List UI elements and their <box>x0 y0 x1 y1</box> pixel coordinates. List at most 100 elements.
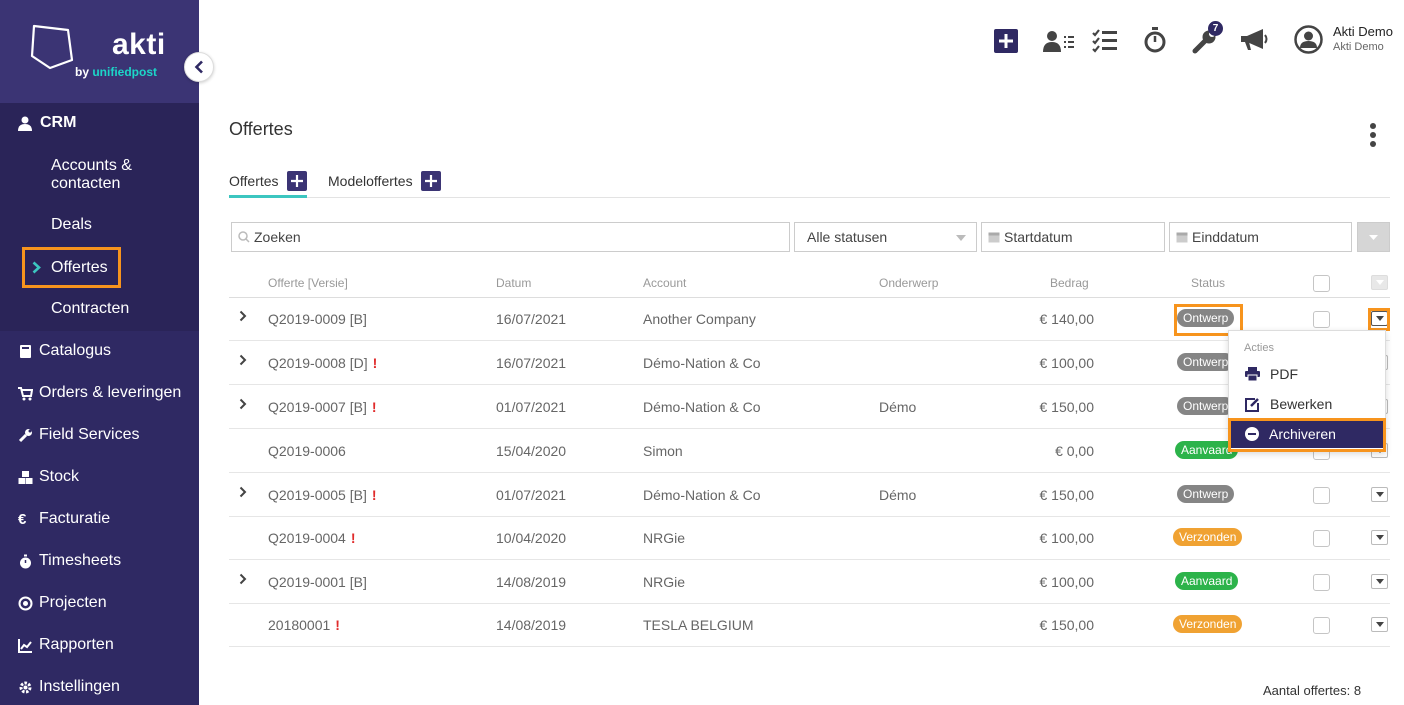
add-offerte-icon[interactable] <box>286 170 307 191</box>
sidebar-item-offertes[interactable]: Offertes <box>22 247 121 288</box>
table-row[interactable]: Q2019-0006 15/04/2020 Simon € 0,00 Aanvaard <box>229 429 1390 473</box>
add-icon[interactable] <box>994 29 1018 58</box>
cell-offerte[interactable]: Q2019-0004! <box>268 530 356 546</box>
caret-down-icon <box>1375 492 1384 497</box>
table-row[interactable]: Q2019-0001 [B] 14/08/2019 NRGie € 100,00 Aan… <box>229 560 1390 604</box>
caret-down-icon <box>1375 579 1384 584</box>
cell-offerte[interactable]: Q2019-0005 [B]! <box>268 487 377 503</box>
chevron-right-icon[interactable] <box>239 573 247 585</box>
tab-offertes[interactable]: Offertes <box>229 166 307 198</box>
table-row[interactable]: Q2019-0007 [B]! 01/07/2021 Démo-Nation & C… <box>229 385 1390 429</box>
chevron-right-icon[interactable] <box>239 310 247 322</box>
enddate-input[interactable]: Einddatum <box>1169 222 1352 252</box>
cell-offerte[interactable]: Q2019-0009 [B] <box>268 311 367 327</box>
row-checkbox[interactable] <box>1313 617 1330 634</box>
sidebar-item-catalogus[interactable]: Catalogus <box>18 342 111 360</box>
user-name[interactable]: Akti Demo <box>1333 24 1393 39</box>
cell-account: NRGie <box>643 530 686 546</box>
edit-icon <box>1245 397 1259 412</box>
cell-offerte[interactable]: Q2019-0001 [B] <box>268 574 367 590</box>
filter-dropdown-button[interactable] <box>1357 222 1390 252</box>
sidebar-item-projecten[interactable]: Projecten <box>18 594 107 612</box>
tab-modeloffertes[interactable]: Modeloffertes <box>328 166 441 196</box>
cell-datum: 01/07/2021 <box>496 399 567 415</box>
cell-offerte[interactable]: 20180001! <box>268 617 340 633</box>
user-icon <box>18 116 32 131</box>
cell-datum: 16/07/2021 <box>496 355 567 371</box>
cell-onderwerp: Démo <box>879 399 917 415</box>
tasks-icon[interactable] <box>1092 29 1118 58</box>
cell-offerte[interactable]: Q2019-0008 [D]! <box>268 355 377 371</box>
col-onderwerp[interactable]: Onderwerp <box>879 276 938 290</box>
col-status[interactable]: Status <box>1191 276 1225 290</box>
col-offerte[interactable]: Offerte [Versie] <box>268 276 348 290</box>
row-actions-dropdown[interactable] <box>1371 574 1388 589</box>
row-actions-dropdown[interactable] <box>1371 487 1388 502</box>
startdate-input[interactable]: Startdatum <box>981 222 1165 252</box>
cell-offerte[interactable]: Q2019-0007 [B]! <box>268 399 377 415</box>
cell-bedrag: € 150,00 <box>1039 617 1095 633</box>
add-modelofferte-icon[interactable] <box>420 171 441 191</box>
stopwatch-icon <box>20 554 31 568</box>
sidebar-item-crm[interactable]: CRM <box>18 114 76 132</box>
sidebar-item-facturatie[interactable]: € Facturatie <box>18 510 110 528</box>
row-checkbox[interactable] <box>1313 530 1330 547</box>
cell-account: Démo-Nation & Co <box>643 355 761 371</box>
cell-datum: 15/04/2020 <box>496 443 567 459</box>
table-row[interactable]: Q2019-0004! 10/04/2020 NRGie € 100,00 Verzon… <box>229 516 1390 560</box>
row-actions-dropdown[interactable] <box>1371 617 1388 632</box>
sidebar-item-instellingen[interactable]: Instellingen <box>18 678 120 696</box>
collapse-sidebar-button[interactable] <box>184 52 214 82</box>
select-all-checkbox[interactable] <box>1313 275 1330 292</box>
table-row[interactable]: Q2019-0005 [B]! 01/07/2021 Démo-Nation & C… <box>229 473 1390 517</box>
sidebar-item-timesheets[interactable]: Timesheets <box>18 552 121 570</box>
col-datum[interactable]: Datum <box>496 276 531 290</box>
more-options-icon[interactable] <box>1370 123 1376 147</box>
warning-icon: ! <box>372 355 378 371</box>
col-account[interactable]: Account <box>643 276 686 290</box>
megaphone-icon[interactable] <box>1239 28 1269 57</box>
status-badge: Ontwerp <box>1177 353 1235 371</box>
caret-down-icon <box>1369 234 1378 240</box>
bulk-actions-dropdown[interactable] <box>1371 275 1388 290</box>
col-bedrag[interactable]: Bedrag <box>1050 276 1089 290</box>
search-input[interactable]: Zoeken <box>231 222 790 252</box>
sidebar-item-contracten[interactable]: Contracten <box>51 300 129 318</box>
cell-offerte[interactable]: Q2019-0006 <box>268 443 346 459</box>
menu-item-pdf[interactable]: PDF <box>1229 360 1385 388</box>
cell-datum: 01/07/2021 <box>496 487 567 503</box>
table-row[interactable]: 20180001! 14/08/2019 TESLA BELGIUM € 150,00… <box>229 603 1390 647</box>
sidebar-item-deals[interactable]: Deals <box>51 216 92 234</box>
warning-icon: ! <box>371 487 377 503</box>
warning-icon: ! <box>350 530 356 546</box>
cell-bedrag: € 140,00 <box>1039 311 1095 327</box>
user-avatar-icon[interactable] <box>1294 25 1323 59</box>
table-row[interactable]: Q2019-0008 [D]! 16/07/2021 Démo-Nation & C… <box>229 341 1390 385</box>
stopwatch-icon[interactable] <box>1144 27 1166 59</box>
sidebar-item-orders[interactable]: Orders & leveringen <box>18 384 181 402</box>
sidebar-item-field-services[interactable]: Field Services <box>18 426 139 444</box>
chevron-right-icon[interactable] <box>239 398 247 410</box>
sidebar-item-rapporten[interactable]: Rapporten <box>18 636 114 654</box>
caret-down-icon <box>1375 535 1384 540</box>
sidebar-item-stock[interactable]: Stock <box>18 468 79 486</box>
row-checkbox[interactable] <box>1313 487 1330 504</box>
status-select[interactable]: Alle statusen <box>794 222 977 252</box>
chevron-right-icon[interactable] <box>239 486 247 498</box>
cell-bedrag: € 100,00 <box>1039 574 1095 590</box>
row-checkbox[interactable] <box>1313 311 1330 328</box>
chevron-right-icon[interactable] <box>239 354 247 366</box>
menu-header: Acties <box>1244 342 1274 354</box>
target-icon <box>18 596 33 610</box>
footer-count: Aantal offertes: 8 <box>1263 683 1362 698</box>
row-actions-dropdown[interactable] <box>1371 530 1388 545</box>
page-title: Offertes <box>229 119 293 139</box>
cell-bedrag: € 150,00 <box>1039 487 1095 503</box>
row-checkbox[interactable] <box>1313 574 1330 591</box>
contacts-list-icon[interactable] <box>1043 29 1075 58</box>
cell-account: Another Company <box>643 311 756 327</box>
menu-item-edit[interactable]: Bewerken <box>1229 390 1385 418</box>
chevron-right-icon <box>32 261 41 274</box>
sidebar: akti by unifiedpost CRM Accounts & contac… <box>0 0 199 705</box>
sidebar-item-accounts[interactable]: Accounts & contacten <box>51 157 132 193</box>
